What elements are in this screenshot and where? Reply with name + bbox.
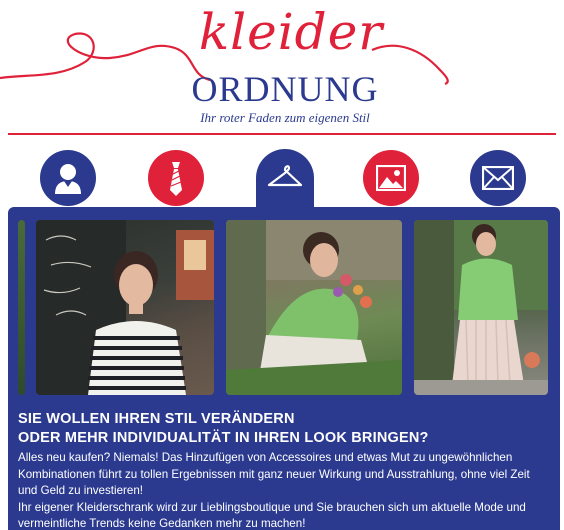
- image-icon: [376, 165, 406, 191]
- tagline: Ihr roter Faden zum eigenen Stil: [200, 110, 370, 125]
- section-headline: SIE WOLLEN IHREN STIL VERÄNDERN ODER MEH…: [18, 410, 548, 448]
- nav-contact-button[interactable]: [470, 150, 526, 206]
- photo-1-illustration: [36, 220, 214, 395]
- photo-2-illustration: [226, 220, 402, 395]
- logo-main-text[interactable]: ORDNUNG: [170, 68, 400, 110]
- envelope-icon: [482, 166, 514, 190]
- person-icon: [55, 164, 81, 194]
- headline-line-1: SIE WOLLEN IHREN STIL VERÄNDERN: [18, 411, 295, 427]
- tie-icon: [170, 162, 182, 196]
- header-divider: [8, 133, 556, 135]
- photo-woman-with-flowers: [226, 220, 402, 395]
- section-body: Alles neu kaufen? Niemals! Das Hinzufüge…: [18, 450, 552, 530]
- main-navigation: [0, 145, 564, 215]
- body-paragraph-2: Ihr eigener Kleiderschrank wird zur Lieb…: [18, 500, 526, 530]
- headline-line-2: ODER MEHR INDIVIDUALITÄT IN IHREN LOOK B…: [18, 430, 429, 446]
- photo-3-illustration: [414, 220, 548, 395]
- photo-partial-left: [18, 220, 25, 395]
- nav-wardrobe-tab[interactable]: [256, 149, 314, 211]
- body-paragraph-1: Alles neu kaufen? Niemals! Das Hinzufüge…: [18, 451, 530, 497]
- nav-gallery-button[interactable]: [363, 150, 419, 206]
- logo-script-text[interactable]: kleider: [196, 2, 386, 62]
- photo-woman-striped-shirt: [36, 220, 214, 395]
- nav-about-button[interactable]: [40, 150, 96, 206]
- photo-woman-in-garden: [414, 220, 548, 395]
- nav-style-button[interactable]: [148, 150, 204, 206]
- hanger-icon: [267, 165, 303, 187]
- site-header: kleider ORDNUNG Ihr roter Faden zum eige…: [0, 0, 564, 140]
